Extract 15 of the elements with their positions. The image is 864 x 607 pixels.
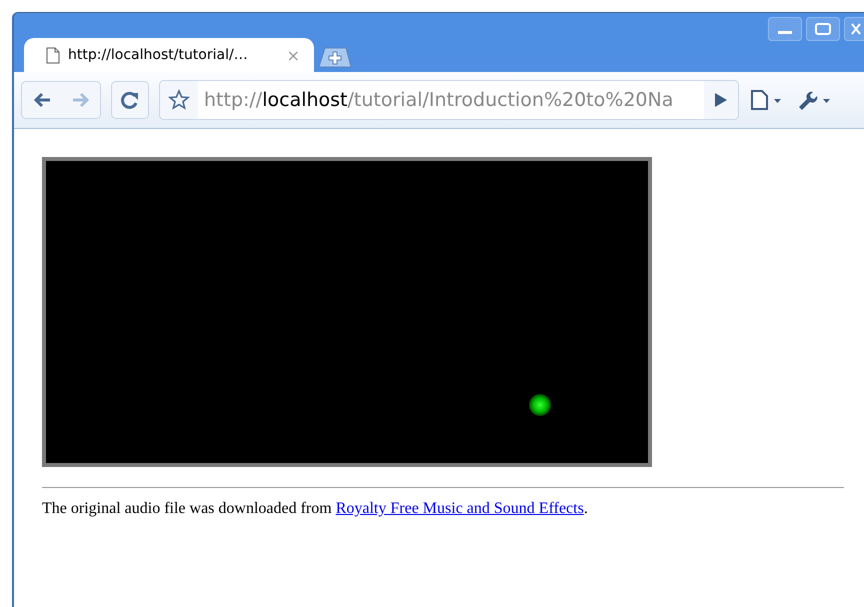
reload-icon xyxy=(120,90,140,110)
close-button[interactable] xyxy=(844,17,864,41)
minimize-button[interactable] xyxy=(768,17,802,41)
maximize-button[interactable] xyxy=(806,17,840,41)
browser-tab[interactable]: http://localhost/tutorial/… × xyxy=(24,38,314,72)
address-bar[interactable]: http://localhost/tutorial/Introduction%20to%20Na xyxy=(159,80,739,120)
reload-button[interactable] xyxy=(111,81,149,119)
ball-drawing xyxy=(529,394,551,416)
attribution-text: The original audio file was downloaded from Royalty Free Music and Sound Effects. xyxy=(42,500,589,518)
star-icon[interactable] xyxy=(168,89,190,111)
attribution-link[interactable]: Royalty Free Music and Sound Effects xyxy=(336,500,584,517)
new-tab-button[interactable] xyxy=(318,46,352,68)
url-text: http://localhost/tutorial/Introduction%20to%20Na xyxy=(198,81,704,119)
page-icon xyxy=(46,46,60,64)
back-arrow-icon[interactable] xyxy=(32,91,52,109)
